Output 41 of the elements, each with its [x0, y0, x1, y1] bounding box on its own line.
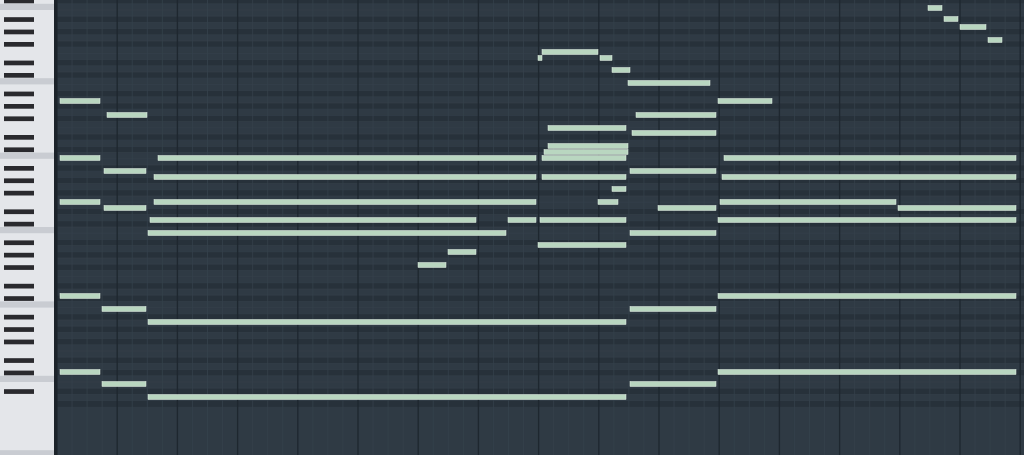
- note-block[interactable]: [629, 230, 717, 236]
- note-block[interactable]: [539, 217, 627, 223]
- note-block[interactable]: [927, 5, 943, 11]
- note-block[interactable]: [507, 217, 537, 223]
- note-block[interactable]: [611, 67, 631, 73]
- note-block[interactable]: [597, 199, 619, 205]
- note-block[interactable]: [987, 37, 1003, 43]
- note-block[interactable]: [101, 306, 147, 312]
- note-block[interactable]: [103, 205, 147, 211]
- note-block[interactable]: [541, 174, 627, 180]
- note-block[interactable]: [627, 80, 711, 86]
- piano-keyboard-drawing[interactable]: [0, 0, 57, 455]
- note-block[interactable]: [101, 381, 147, 387]
- piano-roll-grid[interactable]: [57, 0, 1024, 455]
- note-block[interactable]: [537, 242, 627, 248]
- note-block[interactable]: [103, 168, 147, 174]
- note-block[interactable]: [635, 112, 717, 118]
- note-block[interactable]: [106, 112, 148, 118]
- note-block[interactable]: [629, 306, 717, 312]
- note-block[interactable]: [537, 55, 543, 61]
- note-block[interactable]: [657, 205, 717, 211]
- note-block[interactable]: [541, 155, 627, 161]
- note-block[interactable]: [417, 262, 447, 268]
- note-block[interactable]: [629, 381, 717, 387]
- note-block[interactable]: [629, 168, 717, 174]
- note-block[interactable]: [547, 143, 629, 149]
- note-block[interactable]: [959, 24, 987, 30]
- note-block[interactable]: [59, 293, 101, 299]
- note-block[interactable]: [717, 98, 773, 104]
- note-block[interactable]: [611, 186, 627, 192]
- note-block[interactable]: [943, 16, 959, 22]
- note-block[interactable]: [599, 55, 613, 61]
- note-block[interactable]: [59, 155, 101, 161]
- note-block[interactable]: [447, 249, 477, 255]
- note-block[interactable]: [547, 125, 627, 131]
- note-block[interactable]: [631, 130, 717, 136]
- note-block[interactable]: [59, 98, 101, 104]
- note-block[interactable]: [59, 369, 101, 375]
- note-block[interactable]: [59, 199, 101, 205]
- note-block[interactable]: [541, 49, 599, 55]
- note-block[interactable]: [543, 149, 629, 155]
